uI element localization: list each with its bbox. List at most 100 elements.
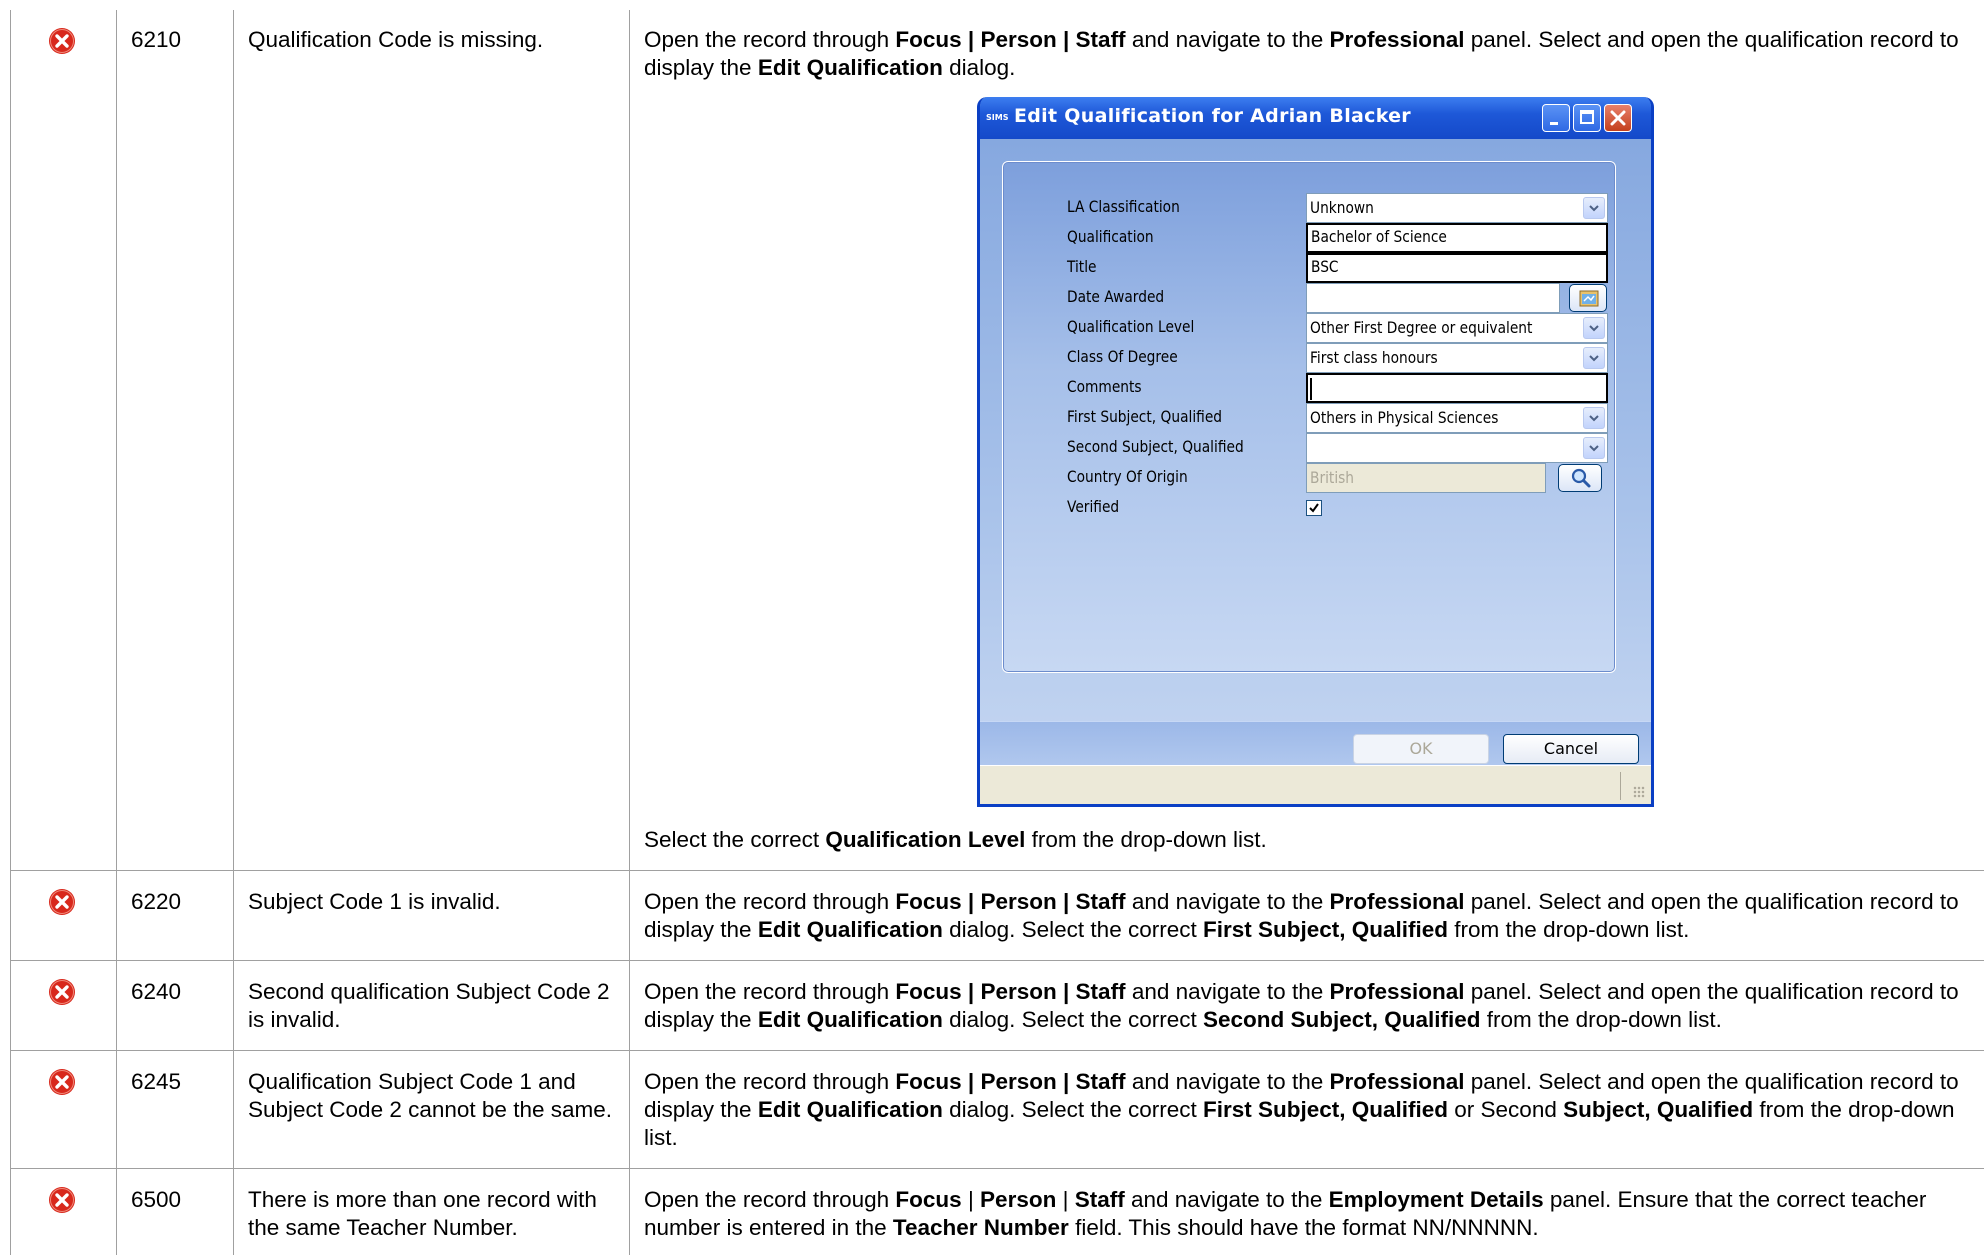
emphasis-text: Focus	[895, 1187, 962, 1212]
country-of-origin-label: Country Of Origin	[1067, 467, 1188, 486]
text-run: and navigate to the	[1125, 889, 1330, 914]
date-awarded-label: Date Awarded	[1067, 287, 1165, 306]
resolution-text: Open the record through Focus | Person |…	[644, 1186, 1984, 1242]
text-run: or Second	[1448, 1097, 1564, 1122]
row-divider	[10, 960, 1984, 961]
error-code: 6210	[131, 27, 182, 52]
text-run: Open the record through	[644, 27, 896, 52]
text-run: Open the record through	[644, 1187, 896, 1212]
error-message: Qualification Code is missing.	[248, 27, 544, 52]
emphasis-text: Person	[980, 1187, 1057, 1212]
text-run: Open the record through	[644, 1069, 896, 1094]
text-run: from the drop-down list.	[1025, 827, 1267, 852]
checkmark-icon	[1309, 503, 1319, 513]
maximize-button[interactable]	[1573, 104, 1601, 132]
table-border-left	[10, 10, 11, 1255]
column-divider	[629, 10, 630, 1255]
comments-label: Comments	[1067, 377, 1142, 396]
resolution-text: Open the record through Focus | Person |…	[644, 1068, 1984, 1152]
emphasis-text: Edit Qualification	[757, 55, 943, 80]
second-subject-select[interactable]	[1306, 433, 1608, 463]
row-divider	[10, 1050, 1984, 1051]
qualification-level-select[interactable]: Other First Degree or equivalent	[1306, 313, 1608, 343]
error-icon	[49, 1069, 75, 1095]
resolution-text: Open the record through Focus | Person |…	[644, 978, 1984, 1034]
emphasis-text: First Subject, Qualified	[1202, 1097, 1449, 1122]
verified-checkbox[interactable]	[1306, 500, 1322, 516]
text-run: and navigate to the	[1124, 1187, 1329, 1212]
status-bar	[980, 765, 1651, 804]
verified-label: Verified	[1067, 497, 1120, 516]
text-run: dialog. Select the correct	[942, 917, 1203, 942]
chevron-down-icon	[1583, 197, 1605, 219]
lookup-button[interactable]	[1558, 464, 1602, 492]
error-message: Second qualification Subject Code 2 is i…	[248, 979, 610, 1032]
error-icon	[49, 979, 75, 1005]
text-run: field. This should have the format NN/NN…	[1068, 1215, 1539, 1240]
first-subject-select[interactable]: Others in Physical Sciences	[1306, 403, 1608, 433]
text-run: and navigate to the	[1125, 27, 1330, 52]
class-of-degree-label: Class Of Degree	[1067, 347, 1178, 366]
text-run: from the drop-down list.	[1480, 1007, 1722, 1032]
la-classification-select[interactable]: Unknown	[1306, 193, 1608, 223]
comments-field[interactable]	[1306, 373, 1608, 403]
text-run: |	[961, 1187, 981, 1212]
chevron-down-icon	[1583, 437, 1605, 459]
error-message: There is more than one record with the s…	[248, 1187, 597, 1240]
emphasis-text: Employment Details	[1328, 1187, 1544, 1212]
magnifier-icon	[1571, 468, 1591, 488]
emphasis-text: First Subject, Qualified	[1202, 917, 1449, 942]
chevron-down-icon	[1583, 407, 1605, 429]
error-message: Subject Code 1 is invalid.	[248, 889, 501, 914]
text-run: from the drop-down list.	[1448, 917, 1690, 942]
date-awarded-field[interactable]	[1306, 283, 1560, 313]
qualification-label: Qualification	[1067, 227, 1154, 246]
error-icon	[49, 28, 75, 54]
calendar-icon	[1579, 290, 1599, 307]
resolution-text: Open the record through Focus | Person |…	[644, 26, 1984, 82]
resize-grip[interactable]	[1633, 786, 1645, 798]
cancel-button[interactable]: Cancel	[1503, 734, 1639, 764]
error-code: 6500	[131, 1187, 182, 1212]
ok-button[interactable]: OK	[1353, 734, 1489, 764]
emphasis-text: Focus | Person | Staff	[895, 27, 1126, 52]
text-cursor	[1310, 378, 1312, 400]
error-code: 6220	[131, 889, 182, 914]
edit-qualification-dialog: SIMS Edit Qualification for Adrian Black…	[977, 97, 1654, 807]
qualification-field[interactable]: Bachelor of Science	[1306, 223, 1608, 253]
first-subject-label: First Subject, Qualified	[1067, 407, 1223, 426]
emphasis-text: Professional	[1329, 889, 1465, 914]
resolution-text-after-dialog: Select the correct Qualification Level f…	[644, 826, 1984, 854]
text-run: Open the record through	[644, 889, 896, 914]
text-run: and navigate to the	[1125, 979, 1330, 1004]
error-icon	[49, 889, 75, 915]
chevron-down-icon	[1583, 347, 1605, 369]
error-code: 6240	[131, 979, 182, 1004]
emphasis-text: Qualification Level	[825, 827, 1026, 852]
close-icon	[1610, 110, 1626, 126]
error-message: Qualification Subject Code 1 and Subject…	[248, 1069, 612, 1122]
error-icon	[49, 1187, 75, 1213]
emphasis-text: Professional	[1329, 27, 1465, 52]
emphasis-text: Staff	[1074, 1187, 1125, 1212]
emphasis-text: Focus | Person | Staff	[895, 1069, 1126, 1094]
text-run: |	[1056, 1187, 1075, 1212]
title-field[interactable]: BSC	[1306, 253, 1608, 283]
emphasis-text: Teacher Number	[892, 1215, 1069, 1240]
chevron-down-icon	[1583, 317, 1605, 339]
minimize-button[interactable]	[1542, 104, 1570, 132]
text-run: Select the correct	[644, 827, 826, 852]
emphasis-text: Focus | Person | Staff	[895, 889, 1126, 914]
row-divider	[10, 1168, 1984, 1169]
column-divider	[233, 10, 234, 1255]
class-of-degree-select[interactable]: First class honours	[1306, 343, 1608, 373]
close-button[interactable]	[1604, 104, 1632, 132]
dialog-title-bar[interactable]: SIMS Edit Qualification for Adrian Black…	[980, 97, 1651, 139]
error-code: 6245	[131, 1069, 182, 1094]
calendar-button[interactable]	[1569, 284, 1607, 312]
title-label: Title	[1067, 257, 1097, 276]
text-run: Open the record through	[644, 979, 896, 1004]
qualification-panel: LA Classification Unknown Qualification …	[1002, 161, 1616, 673]
emphasis-text: Second Subject, Qualified	[1202, 1007, 1481, 1032]
text-run: dialog.	[942, 55, 1016, 80]
